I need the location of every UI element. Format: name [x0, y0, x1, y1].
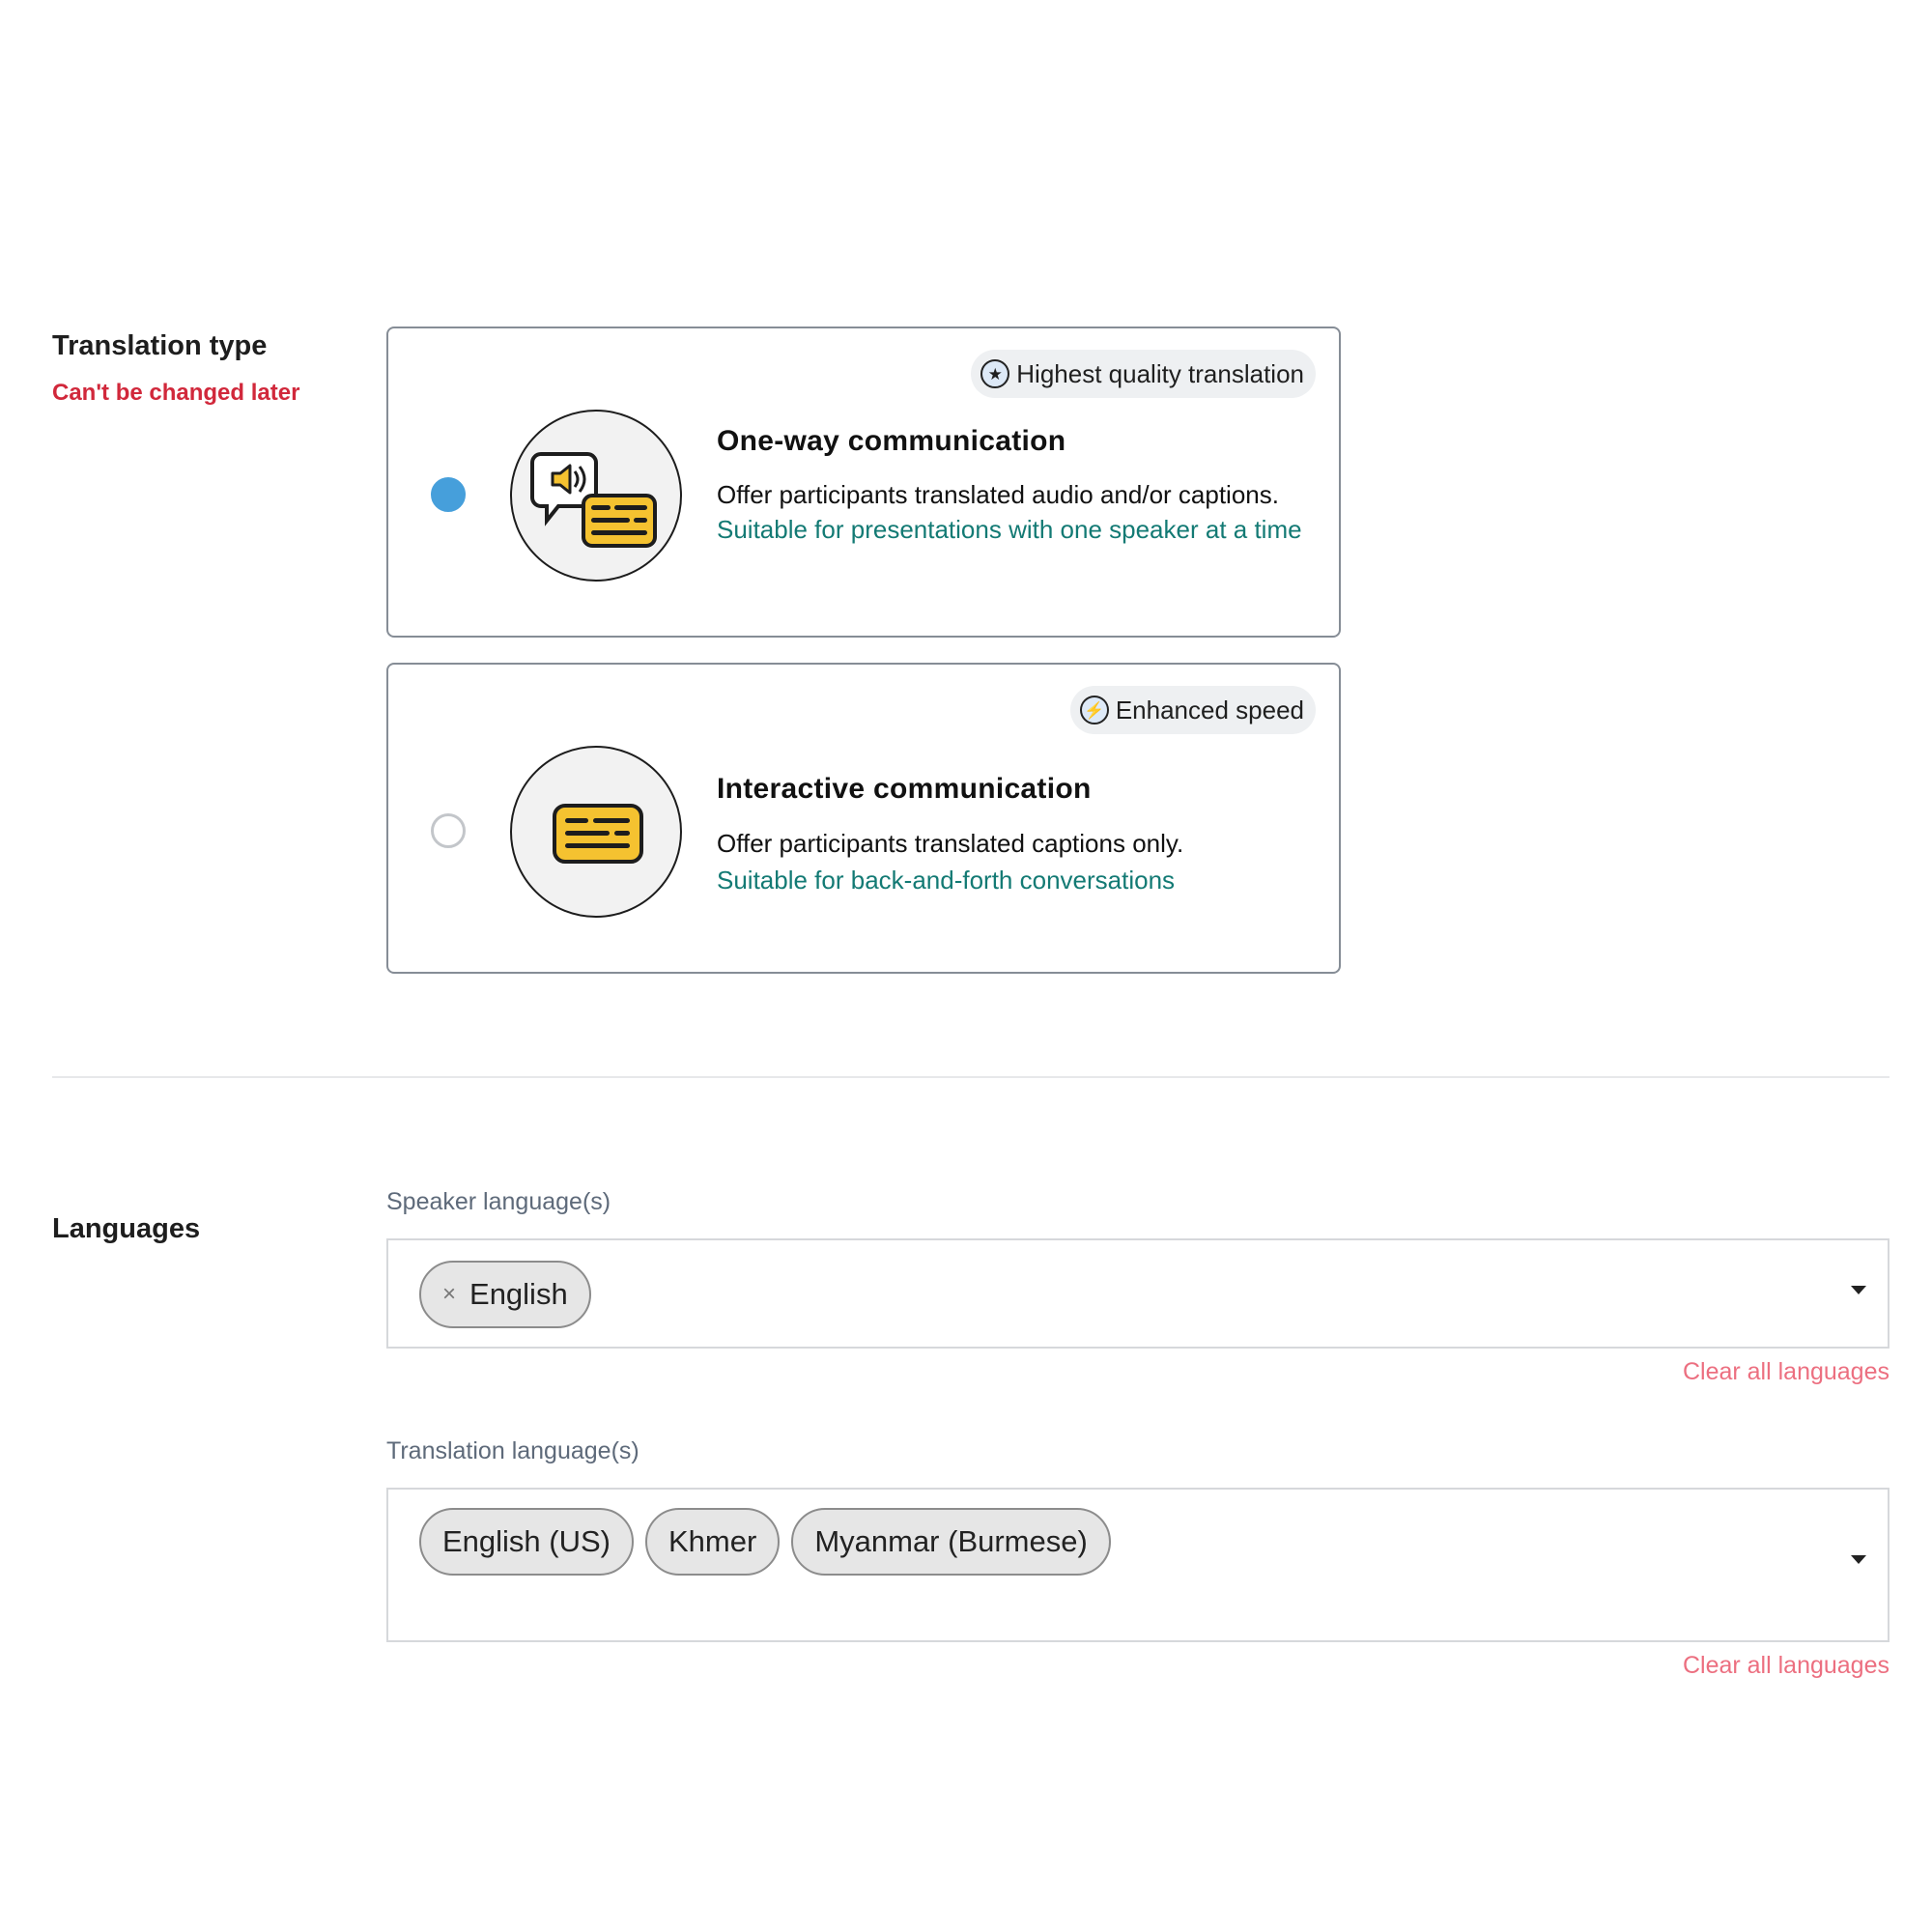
- chip-label: Myanmar (Burmese): [814, 1524, 1088, 1558]
- option-title: One-way communication: [717, 425, 1066, 457]
- clear-translation-languages-link[interactable]: Clear all languages: [1683, 1652, 1889, 1680]
- dropdown-caret-icon[interactable]: [1851, 1555, 1866, 1564]
- option-card-interactive[interactable]: ⚡ Enhanced speed Interactive communicati…: [386, 663, 1341, 974]
- audio-captions-illustration: [510, 410, 682, 582]
- radio-interactive[interactable]: [431, 813, 466, 848]
- option-description: Offer participants translated audio and/…: [717, 480, 1279, 509]
- translation-type-heading: Translation type: [52, 330, 268, 361]
- option-description: Offer participants translated captions o…: [717, 829, 1184, 858]
- badge-label: Highest quality translation: [1016, 358, 1304, 388]
- language-chip[interactable]: Myanmar (Burmese): [791, 1508, 1111, 1576]
- cannot-change-warning: Can't be changed later: [52, 380, 300, 406]
- language-chip[interactable]: English (US): [419, 1508, 634, 1576]
- translation-language-label: Translation language(s): [386, 1437, 639, 1464]
- option-note: Suitable for presentations with one spea…: [717, 515, 1302, 544]
- dropdown-caret-icon[interactable]: [1851, 1286, 1866, 1294]
- option-title: Interactive communication: [717, 773, 1092, 805]
- highest-quality-badge: ★ Highest quality translation: [971, 350, 1316, 398]
- lightning-icon: ⚡: [1079, 696, 1109, 724]
- language-chip[interactable]: × English: [419, 1261, 591, 1328]
- radio-one-way[interactable]: [431, 477, 466, 512]
- enhanced-speed-badge: ⚡ Enhanced speed: [1069, 686, 1316, 734]
- option-note: Suitable for back-and-forth conversation…: [717, 866, 1176, 895]
- clear-speaker-languages-link[interactable]: Clear all languages: [1683, 1358, 1889, 1386]
- badge-label: Enhanced speed: [1115, 695, 1304, 724]
- chip-label: English (US): [442, 1524, 611, 1558]
- language-chip[interactable]: Khmer: [645, 1508, 781, 1576]
- languages-heading: Languages: [52, 1213, 201, 1244]
- speaker-language-select[interactable]: × English: [386, 1238, 1889, 1349]
- chip-label: English: [469, 1277, 568, 1311]
- option-card-one-way[interactable]: ★ Highest quality translation One-way co…: [386, 327, 1341, 638]
- translation-language-select[interactable]: English (US) Khmer Myanmar (Burmese): [386, 1488, 1889, 1642]
- star-icon: ★: [980, 359, 1010, 388]
- section-divider: [52, 1076, 1889, 1078]
- chip-label: Khmer: [668, 1524, 757, 1558]
- remove-chip-icon[interactable]: ×: [442, 1281, 456, 1308]
- speaker-language-label: Speaker language(s): [386, 1188, 611, 1215]
- captions-illustration: [510, 746, 682, 918]
